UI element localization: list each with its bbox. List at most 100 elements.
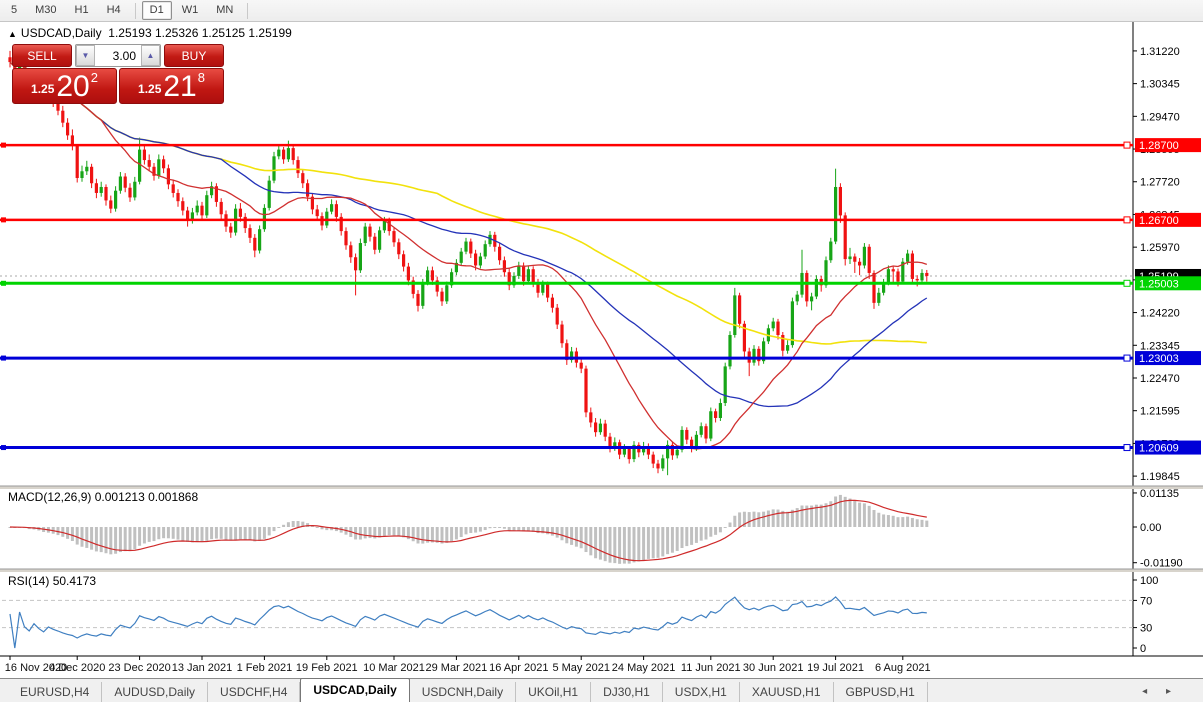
tab-audusd-daily[interactable]: AUDUSD,Daily (102, 682, 208, 702)
price-axis-tick: 1.19845 (1140, 471, 1180, 483)
macd-signal-line (10, 500, 927, 560)
rsi-axis-tick: 100 (1140, 575, 1158, 587)
tab-ukoil-h1[interactable]: UKOil,H1 (516, 682, 591, 702)
price-axis-tick: 1.25970 (1140, 242, 1180, 254)
bid-quote[interactable]: 1.25 20 2 (12, 68, 117, 104)
chart-symbol: USDCAD,Daily (21, 26, 102, 40)
tab-usdx-h1[interactable]: USDX,H1 (663, 682, 740, 702)
price-axis-tick: 1.23345 (1140, 340, 1180, 352)
rsi-name: RSI(14) (8, 574, 49, 588)
ma-fast-line (10, 62, 927, 449)
date-axis-tick: 13 Jan 2021 (172, 662, 233, 674)
volume-down-icon[interactable]: ▼ (76, 45, 95, 66)
bid-price-sup: 2 (91, 70, 98, 85)
level-handle-left[interactable] (1, 281, 6, 286)
price-axis-tick: 1.24220 (1140, 308, 1180, 320)
rsi-value: 50.4173 (53, 574, 96, 588)
price-axis-tick: 1.27720 (1140, 177, 1180, 189)
macd-name: MACD(12,26,9) (8, 490, 91, 504)
bid-price-small: 1.25 (31, 82, 54, 96)
sell-button[interactable]: SELL (12, 44, 72, 67)
date-axis-tick: 16 Apr 2021 (489, 662, 548, 674)
price-flag-text: 1.23003 (1139, 353, 1179, 365)
price-flag-text: 1.28700 (1139, 140, 1179, 152)
timeframe-button-d1[interactable]: D1 (142, 1, 172, 20)
macd-axis-tick: -0.01190 (1140, 558, 1183, 570)
rsi-axis-tick: 30 (1140, 623, 1152, 635)
chart-title: ▲ USDCAD,Daily 1.25193 1.25326 1.25125 1.… (8, 26, 292, 40)
ask-price-sup: 8 (198, 70, 205, 85)
level-handle-left[interactable] (1, 445, 6, 450)
ma-mid-line (10, 62, 927, 406)
rsi-line (10, 597, 927, 648)
price-axis-tick: 1.22470 (1140, 373, 1180, 385)
ask-quote[interactable]: 1.25 21 8 (119, 68, 224, 104)
timeframe-button-w1[interactable]: W1 (174, 1, 207, 20)
volume-value[interactable]: 3.00 (95, 45, 141, 66)
rsi-axis-tick: 70 (1140, 595, 1152, 607)
level-handle-right[interactable] (1124, 280, 1130, 286)
price-axis-tick: 1.31220 (1140, 46, 1180, 58)
level-handle-right[interactable] (1124, 355, 1130, 361)
tab-dj30-h1[interactable]: DJ30,H1 (591, 682, 663, 702)
ask-price-big: 21 (163, 73, 196, 101)
rsi-axis-tick: 0 (1140, 643, 1146, 655)
date-axis-tick: 29 Mar 2021 (426, 662, 488, 674)
date-axis-tick: 1 Feb 2021 (237, 662, 293, 674)
ask-price-small: 1.25 (138, 82, 161, 96)
buy-button[interactable]: BUY (164, 44, 224, 67)
date-axis-tick: 6 Aug 2021 (875, 662, 931, 674)
macd-label: MACD(12,26,9) 0.001213 0.001868 (8, 490, 198, 504)
toolbar-separator (135, 3, 136, 19)
tab-gbpusd-h1[interactable]: GBPUSD,H1 (834, 682, 928, 702)
level-handle-right[interactable] (1124, 142, 1130, 148)
level-handle-left[interactable] (1, 143, 6, 148)
price-flag-text: 1.26700 (1139, 215, 1179, 227)
tab-usdcnh-daily[interactable]: USDCNH,Daily (410, 682, 516, 702)
date-axis-tick: 19 Jul 2021 (807, 662, 864, 674)
date-axis-tick: 24 May 2021 (612, 662, 676, 674)
timeframe-button-h4[interactable]: H4 (99, 1, 129, 20)
bid-price-big: 20 (56, 73, 89, 101)
timeframe-button-m30[interactable]: M30 (27, 1, 64, 20)
macd-histogram (9, 495, 929, 564)
price-flag-text: 1.25003 (1139, 278, 1179, 290)
volume-up-icon[interactable]: ▲ (141, 45, 160, 66)
macd-values: 0.001213 0.001868 (95, 490, 198, 504)
level-handle-right[interactable] (1124, 445, 1130, 451)
macd-axis-tick: 0.00 (1140, 522, 1161, 534)
toolbar-separator (247, 3, 248, 19)
timeframe-button-mn[interactable]: MN (208, 1, 241, 20)
candlesticks (8, 51, 928, 475)
timeframe-button-h1[interactable]: H1 (67, 1, 97, 20)
date-axis-tick: 10 Mar 2021 (363, 662, 425, 674)
ma-slow-line (10, 62, 927, 344)
tab-usdchf-h4[interactable]: USDCHF,H4 (208, 682, 300, 702)
date-axis-tick: 4 Dec 2020 (49, 662, 105, 674)
timeframe-toolbar: 5M30H1H4 D1W1MN (0, 0, 1203, 22)
price-axis-tick: 1.21595 (1140, 406, 1180, 418)
date-axis-tick: 5 May 2021 (552, 662, 609, 674)
price-axis-tick: 1.29470 (1140, 111, 1180, 123)
tab-xauusd-h1[interactable]: XAUUSD,H1 (740, 682, 834, 702)
one-click-toggle-icon[interactable]: ▲ (8, 29, 17, 39)
volume-stepper: ▼ 3.00 ▲ (75, 44, 161, 67)
level-handle-left[interactable] (1, 217, 6, 222)
tab-usdcad-daily[interactable]: USDCAD,Daily (300, 678, 409, 702)
tab-eurusd-h4[interactable]: EURUSD,H4 (8, 682, 102, 702)
rsi-label: RSI(14) 50.4173 (8, 574, 96, 588)
macd-axis-tick: 0.01135 (1140, 488, 1179, 500)
date-axis-tick: 30 Jun 2021 (743, 662, 804, 674)
tab-scroll-arrows[interactable]: ◂ ▸ (1142, 686, 1179, 697)
chart-ohlc: 1.25193 1.25326 1.25125 1.25199 (108, 26, 292, 40)
level-handle-right[interactable] (1124, 217, 1130, 223)
date-axis-tick: 23 Dec 2020 (108, 662, 170, 674)
date-axis-tick: 19 Feb 2021 (296, 662, 358, 674)
price-flag-text: 1.20609 (1139, 443, 1179, 455)
price-axis-tick: 1.30345 (1140, 79, 1180, 91)
chart-canvas[interactable]: 1.312201.303451.294701.285951.277201.268… (0, 22, 1203, 702)
level-handle-left[interactable] (1, 356, 6, 361)
timeframe-button-5[interactable]: 5 (3, 1, 25, 20)
date-axis-tick: 11 Jun 2021 (681, 662, 741, 674)
one-click-trading-panel: SELL ▼ 3.00 ▲ BUY 1.25 20 2 1.25 21 8 (12, 44, 224, 104)
